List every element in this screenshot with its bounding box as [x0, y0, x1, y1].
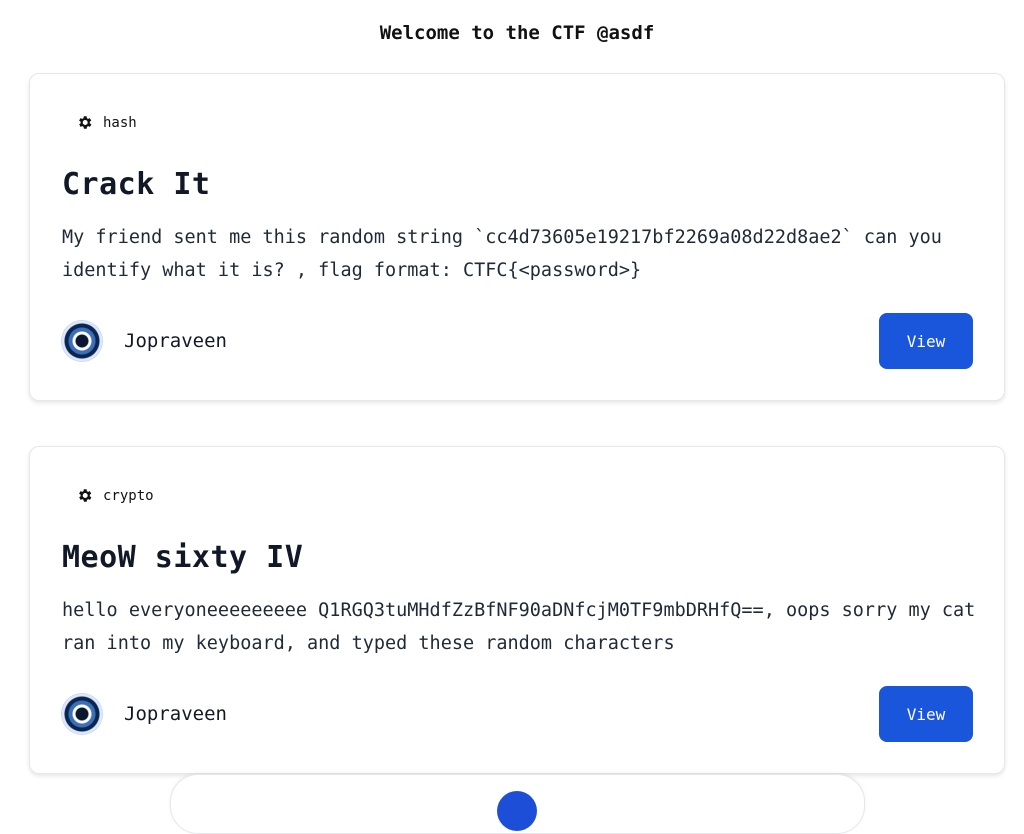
avatar: [497, 791, 537, 831]
gear-icon: [76, 487, 93, 504]
category-tag: hash: [76, 114, 137, 131]
challenge-card: crypto MeoW sixty IV hello everyoneeeeee…: [29, 446, 1005, 774]
avatar: [62, 694, 102, 734]
challenge-description: My friend sent me this random string `cc…: [62, 227, 942, 281]
category-label: crypto: [103, 487, 154, 504]
challenge-description: hello everyoneeeeeeeee Q1RGQ3tuMHdfZzBfN…: [62, 600, 976, 654]
author-name: Jopraveen: [124, 703, 227, 725]
avatar: [62, 321, 102, 361]
category-tag: crypto: [76, 487, 154, 504]
author-info: Jopraveen: [62, 694, 227, 734]
challenge-card: hash Crack It My friend sent me this ran…: [29, 73, 1005, 401]
author-name: Jopraveen: [124, 330, 227, 352]
view-button[interactable]: View: [879, 313, 973, 369]
challenge-title: MeoW sixty IV: [62, 540, 304, 575]
gear-icon: [76, 114, 93, 131]
challenge-title: Crack It: [62, 167, 211, 202]
category-label: hash: [103, 114, 137, 131]
view-button[interactable]: View: [879, 686, 973, 742]
page-title: Welcome to the CTF @asdf: [379, 22, 655, 44]
challenge-card-partial: [170, 774, 865, 834]
author-info: Jopraveen: [62, 321, 227, 361]
